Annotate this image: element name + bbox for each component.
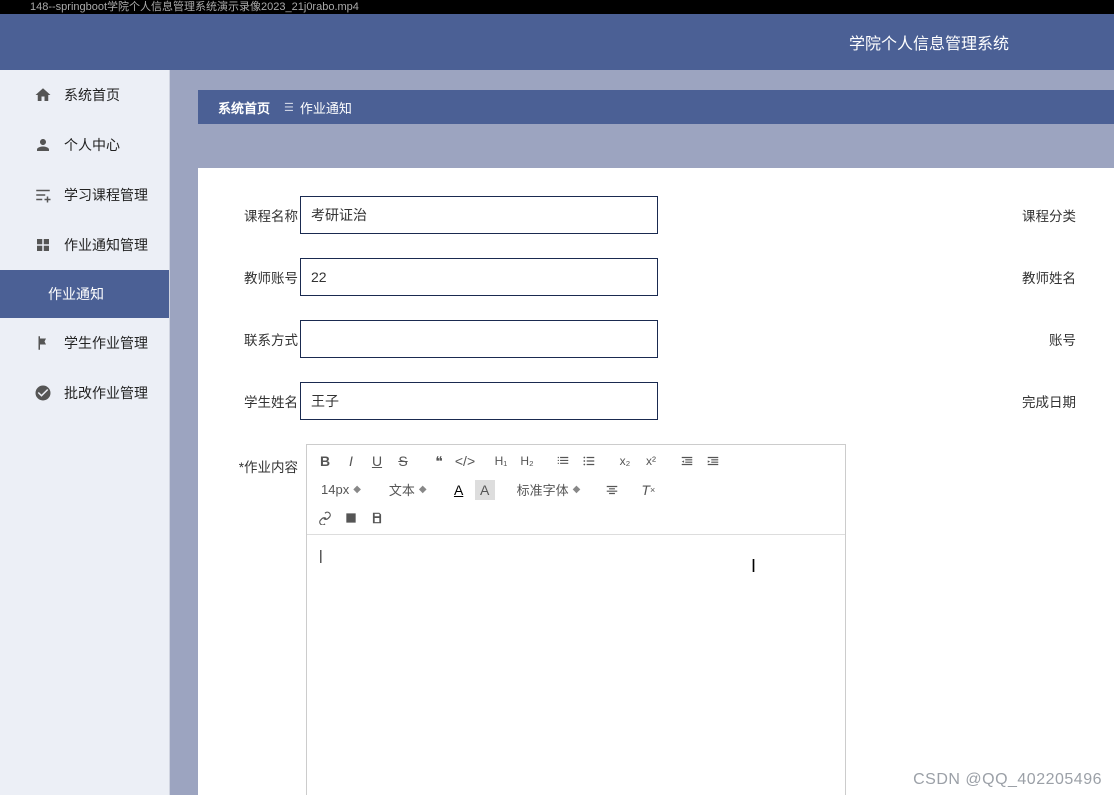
h1-icon[interactable]: H₁ [491, 451, 511, 471]
breadcrumb: 系统首页 ☰ 作业通知 [198, 90, 1114, 124]
input-contact[interactable] [300, 320, 658, 358]
bg-color-icon[interactable]: A [475, 480, 495, 500]
input-course-name[interactable] [300, 196, 658, 234]
form-card: 课程名称 课程分类 教师账号 教师姓名 联系方式 账号 [198, 168, 1114, 795]
outdent-icon[interactable] [677, 451, 697, 471]
sidebar-item-grade-homework[interactable]: 批改作业管理 [0, 368, 169, 418]
sidebar-item-course-manage[interactable]: 学习课程管理 [0, 170, 169, 220]
sidebar-item-label: 学习课程管理 [64, 185, 148, 205]
input-teacher-account[interactable] [300, 258, 658, 296]
sidebar-item-home[interactable]: 系统首页 [0, 70, 169, 120]
sidebar-item-label: 个人中心 [64, 135, 120, 155]
subscript-icon[interactable]: x₂ [615, 451, 635, 471]
window-title: 148--springboot学院个人信息管理系统演示录像2023_21j0ra… [30, 1, 359, 13]
sidebar-item-label: 学生作业管理 [64, 333, 148, 353]
input-student-name[interactable] [300, 382, 658, 420]
label-teacher-account: 教师账号 [234, 267, 298, 287]
tune-icon [34, 186, 52, 204]
code-icon[interactable]: </> [455, 451, 475, 471]
indent-icon[interactable] [703, 451, 723, 471]
sidebar-item-label: 批改作业管理 [64, 383, 148, 403]
app-title: 学院个人信息管理系统 [849, 30, 1009, 54]
editor-toolbar: B I U S ❝ </> H₁ H₂ [307, 445, 845, 535]
sidebar-item-student-homework[interactable]: 学生作业管理 [0, 318, 169, 368]
ol-icon[interactable] [553, 451, 573, 471]
sidebar-item-label: 系统首页 [64, 85, 120, 105]
label-contact: 联系方式 [234, 329, 298, 349]
strike-icon[interactable]: S [393, 451, 413, 471]
label-student-name: 学生姓名 [234, 391, 298, 411]
underline-icon[interactable]: U [367, 451, 387, 471]
clear-format-icon[interactable]: T× [638, 480, 658, 500]
label-content: *作业内容 [234, 444, 298, 476]
breadcrumb-home[interactable]: 系统首页 [218, 98, 270, 117]
watermark: CSDN @QQ_402205496 [913, 771, 1102, 789]
h2-icon[interactable]: H₂ [517, 451, 537, 471]
font-size-select[interactable]: 14px◆ [315, 481, 367, 498]
sidebar-item-label: 作业通知管理 [64, 235, 148, 255]
sidebar-item-homework-notice-manage[interactable]: 作业通知管理 [0, 220, 169, 270]
text-cursor-icon: I [751, 556, 756, 577]
label-course-name: 课程名称 [234, 205, 298, 225]
quote-icon[interactable]: ❝ [429, 451, 449, 471]
label-course-category: 课程分类 [1022, 205, 1076, 225]
font-family-select[interactable]: 标准字体◆ [511, 479, 587, 500]
bold-icon[interactable]: B [315, 451, 335, 471]
image-icon[interactable] [341, 508, 361, 528]
sidebar-item-label: 作业通知 [48, 284, 104, 304]
rich-text-editor: B I U S ❝ </> H₁ H₂ [306, 444, 846, 795]
align-icon[interactable] [602, 480, 622, 500]
sidebar-item-profile[interactable]: 个人中心 [0, 120, 169, 170]
user-icon [34, 136, 52, 154]
superscript-icon[interactable]: x² [641, 451, 661, 471]
ul-icon[interactable] [579, 451, 599, 471]
text-color-icon[interactable]: A [449, 480, 469, 500]
label-complete-date: 完成日期 [1022, 391, 1076, 411]
sidebar-item-homework-notice[interactable]: 作业通知 [0, 270, 169, 318]
grid-icon [34, 236, 52, 254]
editor-textarea[interactable] [307, 535, 845, 795]
home-icon [34, 86, 52, 104]
window-titlebar: 148--springboot学院个人信息管理系统演示录像2023_21j0ra… [0, 0, 1114, 14]
save-icon[interactable] [367, 508, 387, 528]
italic-icon[interactable]: I [341, 451, 361, 471]
flag-icon [34, 334, 52, 352]
check-icon [34, 384, 52, 402]
label-account: 账号 [1049, 329, 1076, 349]
label-teacher-name: 教师姓名 [1022, 267, 1076, 287]
breadcrumb-separator-icon: ☰ [284, 101, 294, 114]
link-icon[interactable] [315, 508, 335, 528]
app-header: 学院个人信息管理系统 [0, 14, 1114, 70]
breadcrumb-current: 作业通知 [300, 98, 352, 117]
paragraph-select[interactable]: 文本◆ [383, 479, 433, 500]
sidebar: 系统首页 个人中心 学习课程管理 作业通知管理 作业通知 学生作业管理 批改作业… [0, 70, 170, 795]
